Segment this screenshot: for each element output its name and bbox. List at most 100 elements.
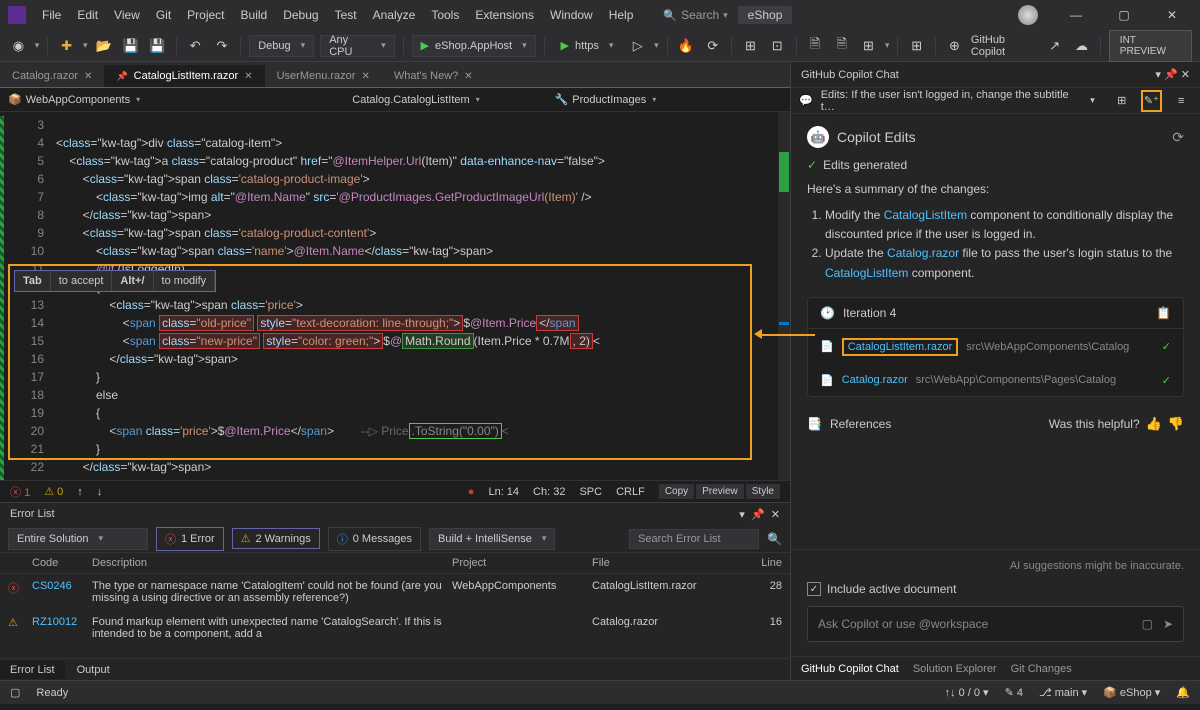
breadcrumb-class[interactable]: Catalog.CatalogListItem [352, 94, 479, 106]
tab-usermenu-razor[interactable]: UserMenu.razor✕ [265, 65, 382, 87]
new-thread-icon[interactable]: ⊞ [1111, 90, 1133, 112]
send-icon[interactable]: ➤ [1163, 617, 1173, 631]
comment-button[interactable]: ⊡ [767, 35, 788, 57]
hot-reload-button[interactable]: 🔥 [676, 35, 697, 57]
copy-button[interactable]: Copy [659, 484, 694, 499]
browser-refresh-button[interactable]: ⟳ [702, 35, 723, 57]
iteration-file[interactable]: 📄Catalog.razor src\WebApp\Components\Pag… [808, 365, 1183, 396]
thumbs-down-icon[interactable]: 👎 [1168, 416, 1184, 432]
minimize-button[interactable]: — [1056, 3, 1096, 27]
menu-debug[interactable]: Debug [275, 4, 326, 26]
menu-project[interactable]: Project [179, 4, 232, 26]
search-icon[interactable]: 🔍 [767, 532, 782, 546]
share-button[interactable]: ↗ [1044, 35, 1065, 57]
close-icon[interactable]: ✕ [464, 71, 472, 82]
error-row[interactable]: ⚠RZ10012Found markup element with unexpe… [0, 610, 790, 646]
nav-down-icon[interactable]: ↓ [97, 486, 103, 498]
thumbs-up-icon[interactable]: 👍 [1146, 416, 1162, 432]
nav-status[interactable]: ↑↓ 0 / 0 ▾ [945, 686, 989, 699]
menu-extensions[interactable]: Extensions [467, 4, 542, 26]
menu-analyze[interactable]: Analyze [365, 4, 424, 26]
warnings-filter[interactable]: ⚠2 Warnings [232, 528, 320, 549]
user-avatar[interactable] [1018, 5, 1038, 25]
panel-dropdown-icon[interactable]: ▾ [739, 508, 745, 521]
copilot-icon[interactable]: ⊕ [944, 35, 965, 57]
menu-tools[interactable]: Tools [423, 4, 467, 26]
panel-pin-icon[interactable]: 📌 [751, 508, 765, 521]
tab-what-s-new-[interactable]: What's New?✕ [382, 65, 485, 87]
close-icon[interactable]: ✕ [361, 71, 369, 82]
debug-target-button[interactable]: ▷ [627, 35, 648, 57]
maximize-button[interactable]: ▢ [1104, 3, 1144, 27]
format-button[interactable]: ⊞ [740, 35, 761, 57]
build-filter-dropdown[interactable]: Build + IntelliSense [429, 528, 555, 550]
close-icon[interactable]: ✕ [84, 71, 92, 82]
redo-button[interactable]: ↷ [212, 35, 233, 57]
bottom-tab-output[interactable]: Output [67, 661, 120, 679]
copilot-prompt-input[interactable]: Ask Copilot or use @workspace ▢ ➤ [807, 606, 1184, 642]
include-document-checkbox[interactable]: ✓Include active document [807, 582, 1184, 596]
panel-close-icon[interactable]: ✕ [771, 508, 780, 521]
copilot-edits-toggle-icon[interactable]: ✎⁺ [1141, 90, 1163, 112]
copy-icon[interactable]: 📋 [1156, 306, 1171, 320]
menu-window[interactable]: Window [542, 4, 601, 26]
launch-dropdown[interactable]: ▶https [553, 35, 622, 57]
menu-view[interactable]: View [106, 4, 148, 26]
copilot-label[interactable]: GitHub Copilot [971, 34, 1039, 58]
side-tab-github-copilot-chat[interactable]: GitHub Copilot Chat [801, 663, 899, 675]
changes-status[interactable]: ✎ 4 [1005, 686, 1023, 699]
iteration-file[interactable]: 📄CatalogListItem.razor src\WebAppCompone… [808, 329, 1183, 365]
breadcrumb-project[interactable]: 📦 WebAppComponents [8, 93, 140, 106]
save-button[interactable]: 💾 [120, 35, 141, 57]
menu-test[interactable]: Test [327, 4, 365, 26]
back-button[interactable]: ◉ [8, 35, 29, 57]
references-icon[interactable]: 📑 [807, 417, 822, 431]
undo-button[interactable]: ↶ [185, 35, 206, 57]
bottom-tab-error-list[interactable]: Error List [0, 661, 65, 679]
panel-menu-icon[interactable]: ▾ [1155, 68, 1161, 81]
menu-help[interactable]: Help [601, 4, 642, 26]
startup-dropdown[interactable]: ▶eShop.AppHost [412, 35, 536, 57]
errors-filter[interactable]: ⓧ1 Error [156, 527, 224, 551]
side-tab-solution-explorer[interactable]: Solution Explorer [913, 663, 997, 675]
code-editor[interactable]: 345678910111213141516171819202122232425 … [0, 112, 790, 480]
file2-button[interactable]: 🗎 [831, 35, 852, 57]
menu-build[interactable]: Build [233, 4, 276, 26]
panel-close-icon[interactable]: ✕ [1181, 68, 1190, 81]
menu-git[interactable]: Git [148, 4, 179, 26]
breadcrumb-member[interactable]: 🔧 ProductImages [555, 93, 657, 106]
grid-button[interactable]: ⊞ [858, 35, 879, 57]
side-tab-git-changes[interactable]: Git Changes [1011, 663, 1072, 675]
messages-filter[interactable]: ⓘ0 Messages [328, 527, 421, 551]
config-dropdown[interactable]: Debug [249, 35, 314, 57]
list-icon[interactable]: ≡ [1170, 90, 1192, 112]
search-box[interactable]: Search ▾ [663, 8, 727, 22]
error-row[interactable]: ⓧCS0246The type or namespace name 'Catal… [0, 574, 790, 610]
close-icon[interactable]: ✕ [244, 71, 252, 82]
notifications-icon[interactable]: 🔔 [1176, 686, 1190, 699]
warning-count-icon[interactable]: ⚠ 0 [44, 485, 63, 498]
error-count-icon[interactable]: ⓧ 1 [10, 484, 30, 500]
menu-file[interactable]: File [34, 4, 69, 26]
inline-suggestion-hint[interactable]: Tab to accept Alt+/ to modify [14, 270, 216, 292]
close-button[interactable]: ✕ [1152, 3, 1192, 27]
layout-button[interactable]: ⊞ [906, 35, 927, 57]
branch-status[interactable]: ⎇ main ▾ [1039, 686, 1087, 699]
file-button[interactable]: 🗎 [805, 35, 826, 57]
panel-pin-icon[interactable]: 📌 [1164, 68, 1178, 81]
output-icon[interactable]: ▢ [10, 686, 20, 699]
new-item-button[interactable]: ✚ [56, 35, 77, 57]
tab-catalog-razor[interactable]: Catalog.razor✕ [0, 65, 104, 87]
menu-edit[interactable]: Edit [69, 4, 106, 26]
style-button[interactable]: Style [746, 484, 780, 499]
save-all-button[interactable]: 💾 [147, 35, 168, 57]
platform-dropdown[interactable]: Any CPU [320, 35, 394, 57]
scope-dropdown[interactable]: Entire Solution [8, 528, 148, 550]
nav-up-icon[interactable]: ↑ [77, 486, 83, 498]
preview-button[interactable]: Preview [696, 484, 744, 499]
refresh-icon[interactable]: ⟳ [1172, 129, 1184, 146]
minimap[interactable] [778, 112, 790, 480]
error-search-input[interactable]: Search Error List [629, 529, 759, 549]
repo-status[interactable]: 📦 eShop ▾ [1103, 686, 1160, 699]
open-button[interactable]: 📂 [94, 35, 115, 57]
